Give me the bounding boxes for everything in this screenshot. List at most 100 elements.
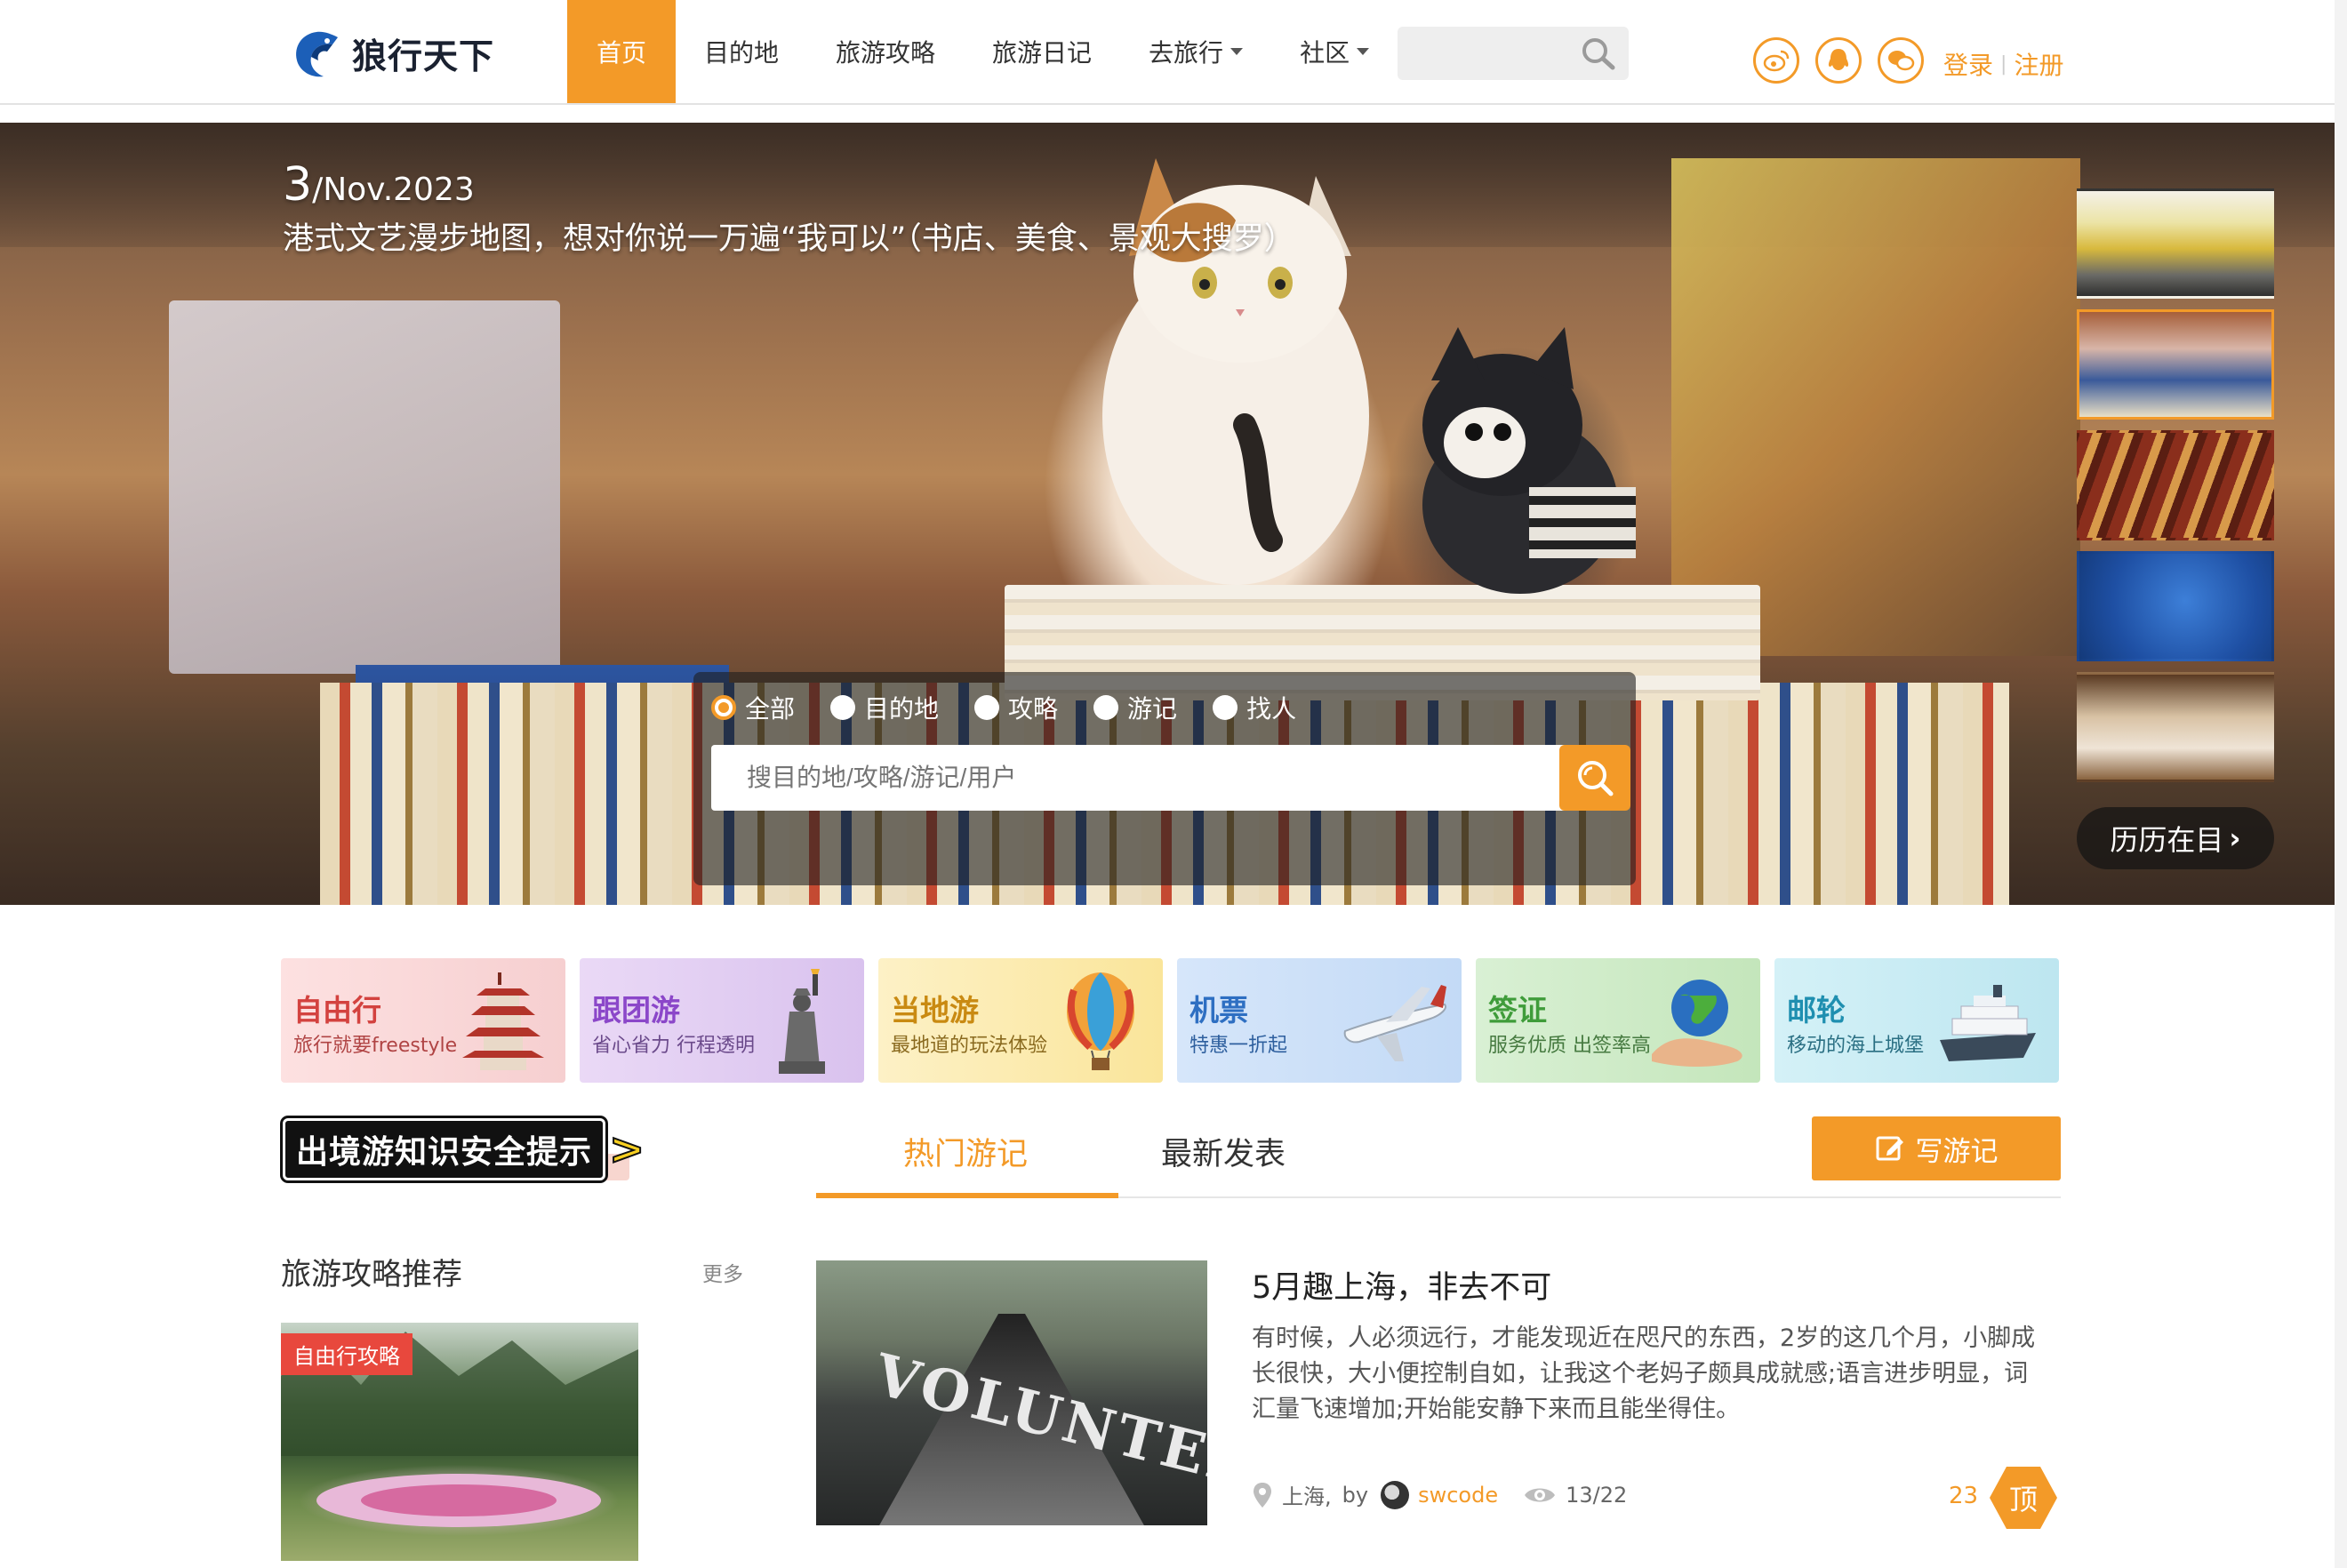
search-type-people[interactable]: 找人 (1213, 690, 1296, 725)
post-views: 13/22 (1566, 1482, 1628, 1508)
guides-more-link[interactable]: 更多 (702, 1257, 743, 1287)
search-type-options: 全部 目的地 攻略 游记 找人 (711, 690, 1332, 725)
nav-travel-diary[interactable]: 旅游日记 (964, 0, 1120, 103)
history-more-label: 历历在目 (2110, 823, 2224, 857)
category-local-tour[interactable]: 当地游 最地道的玩法体验 (878, 958, 1163, 1083)
avatar[interactable] (1381, 1480, 1410, 1509)
hero-date-month-year: /Nov.2023 (312, 172, 475, 208)
post-location[interactable]: 上海, (1282, 1479, 1332, 1510)
caret-down-icon (1230, 48, 1244, 55)
hero-search-panel: 全部 目的地 攻略 游记 找人 (693, 672, 1636, 885)
nav-home[interactable]: 首页 (567, 0, 676, 103)
category-title: 自由行 (293, 993, 381, 1028)
hero-search-button[interactable] (1559, 745, 1630, 811)
upvote-button[interactable]: 顶 (1990, 1467, 2057, 1529)
caret-down-icon (1357, 48, 1370, 55)
pagoda-icon (462, 972, 544, 1070)
airplane-icon (1343, 985, 1446, 1061)
cruise-ship-icon (1940, 985, 2036, 1061)
weibo-icon[interactable] (1753, 37, 1799, 84)
hero-thumbnail[interactable] (2077, 672, 2274, 782)
post-meta: 上海, by swcode 13/22 (1252, 1479, 1627, 1510)
search-icon (1578, 761, 1614, 796)
nav-label: 旅游攻略 (836, 38, 936, 68)
post-thumbnail[interactable]: VOLUNTEER (816, 1260, 1207, 1525)
location-pin-icon (1254, 1482, 1271, 1508)
category-subtitle: 移动的海上城堡 (1787, 1035, 1925, 1057)
wolf-logo-icon (296, 31, 338, 77)
category-flights[interactable]: 机票 特惠一折起 (1177, 958, 1462, 1083)
main-nav: 首页 目的地 旅游攻略 旅游日记 去旅行 社区 (567, 0, 1398, 103)
register-link[interactable]: 注册 (2014, 46, 2063, 82)
search-type-destination[interactable]: 目的地 (830, 690, 939, 725)
category-group-tour[interactable]: 跟团游 省心省力 行程透明 (580, 958, 864, 1083)
auth-separator: | (2000, 52, 2007, 76)
maneki-cat-illustration (1422, 327, 1636, 594)
post-title[interactable]: 5月趣上海，非去不可 (1252, 1262, 1551, 1308)
post-excerpt: 有时候，人必须远行，才能发现近在咫尺的东西，2岁的这几个月，小脚成长很快，大小便… (1252, 1324, 2036, 1423)
radio-label: 攻略 (1008, 694, 1059, 724)
category-title: 签证 (1488, 993, 1547, 1028)
hero-thumbnail[interactable] (2077, 430, 2274, 540)
search-type-guide[interactable]: 攻略 (974, 690, 1058, 725)
tab-hot-diaries[interactable]: 热门游记 (903, 1129, 1028, 1174)
hero-thumbnail-active[interactable] (2077, 309, 2274, 420)
safety-notice-banner[interactable]: 出境游知识安全提示 > (283, 1118, 645, 1180)
hero-date-day: 3 (283, 158, 313, 212)
auth-links: 登录 | 注册 (1943, 46, 2063, 82)
site-name: 狼行天下 (352, 37, 495, 77)
search-type-all[interactable]: 全部 (711, 690, 795, 725)
nav-label: 去旅行 (1149, 38, 1224, 68)
category-cruise[interactable]: 邮轮 移动的海上城堡 (1774, 958, 2059, 1083)
category-title: 机票 (1190, 993, 1248, 1028)
category-visa[interactable]: 签证 服务优质 出签率高 (1476, 958, 1760, 1083)
radio-label: 找人 (1246, 694, 1297, 724)
hero-thumbnail[interactable] (2077, 188, 2274, 299)
history-more-button[interactable]: 历历在目 › (2077, 807, 2274, 869)
category-free-travel[interactable]: 自由行 旅行就要freestyle (281, 958, 565, 1083)
nav-label: 首页 (596, 38, 646, 68)
post-likes-count: 23 (1949, 1483, 1979, 1509)
hot-air-balloon-icon (1067, 972, 1134, 1070)
nav-destinations[interactable]: 目的地 (676, 0, 807, 103)
chevron-right-icon: › (2229, 821, 2241, 855)
hero-photo-board (169, 300, 560, 674)
radio-dot (974, 695, 1000, 720)
hero-banner[interactable]: 3/Nov.2023 港式文艺漫步地图，想对你说一万遍“我可以”（书店、美食、景… (0, 123, 2347, 905)
hero-thumbnail[interactable] (2077, 551, 2274, 661)
guide-card-tag: 自由行攻略 (281, 1333, 413, 1375)
safety-notice-text: 出境游知识安全提示 (283, 1118, 606, 1180)
write-diary-button[interactable]: 写游记 (1812, 1116, 2061, 1180)
nav-community[interactable]: 社区 (1271, 0, 1398, 103)
radio-label: 全部 (745, 694, 796, 724)
login-link[interactable]: 登录 (1943, 46, 1993, 82)
social-login (1753, 37, 1924, 84)
globe-hand-icon (1652, 980, 1742, 1067)
category-subtitle: 省心省力 行程透明 (592, 1035, 755, 1057)
hero-thumbnails (2077, 188, 2274, 793)
search-type-diary[interactable]: 游记 (1093, 690, 1177, 725)
radio-dot (1093, 695, 1119, 720)
page-scrollbar[interactable] (2335, 0, 2347, 1568)
post-by-label: by (1342, 1482, 1369, 1508)
write-diary-label: 写游记 (1915, 1135, 1999, 1168)
search-icon[interactable] (1579, 36, 1618, 71)
nav-label: 旅游日记 (992, 38, 1093, 68)
cat-illustration (1102, 158, 1369, 585)
qq-icon[interactable] (1815, 37, 1862, 84)
radio-dot (711, 695, 736, 720)
tab-latest-posts[interactable]: 最新发表 (1161, 1129, 1286, 1174)
hero-title[interactable]: 港式文艺漫步地图，想对你说一万遍“我可以”（书店、美食、景观大搜罗） (283, 213, 1295, 259)
nav-guides[interactable]: 旅游攻略 (807, 0, 964, 103)
header-search-input[interactable] (1398, 27, 1575, 80)
guides-section-title: 旅游攻略推荐 (281, 1257, 462, 1292)
wechat-icon[interactable] (1878, 37, 1924, 84)
post-author[interactable]: swcode (1418, 1483, 1498, 1508)
category-cards: 自由行 旅行就要freestyle 跟团游 省心省力 行程透明 当地游 最地道的… (281, 958, 2059, 1083)
nav-label: 社区 (1300, 38, 1350, 68)
hero-search-input[interactable] (711, 745, 1570, 811)
nav-go-travel[interactable]: 去旅行 (1120, 0, 1271, 103)
eye-icon (1525, 1488, 1556, 1501)
header-search (1398, 27, 1629, 80)
site-logo[interactable]: 狼行天下 (292, 23, 494, 85)
